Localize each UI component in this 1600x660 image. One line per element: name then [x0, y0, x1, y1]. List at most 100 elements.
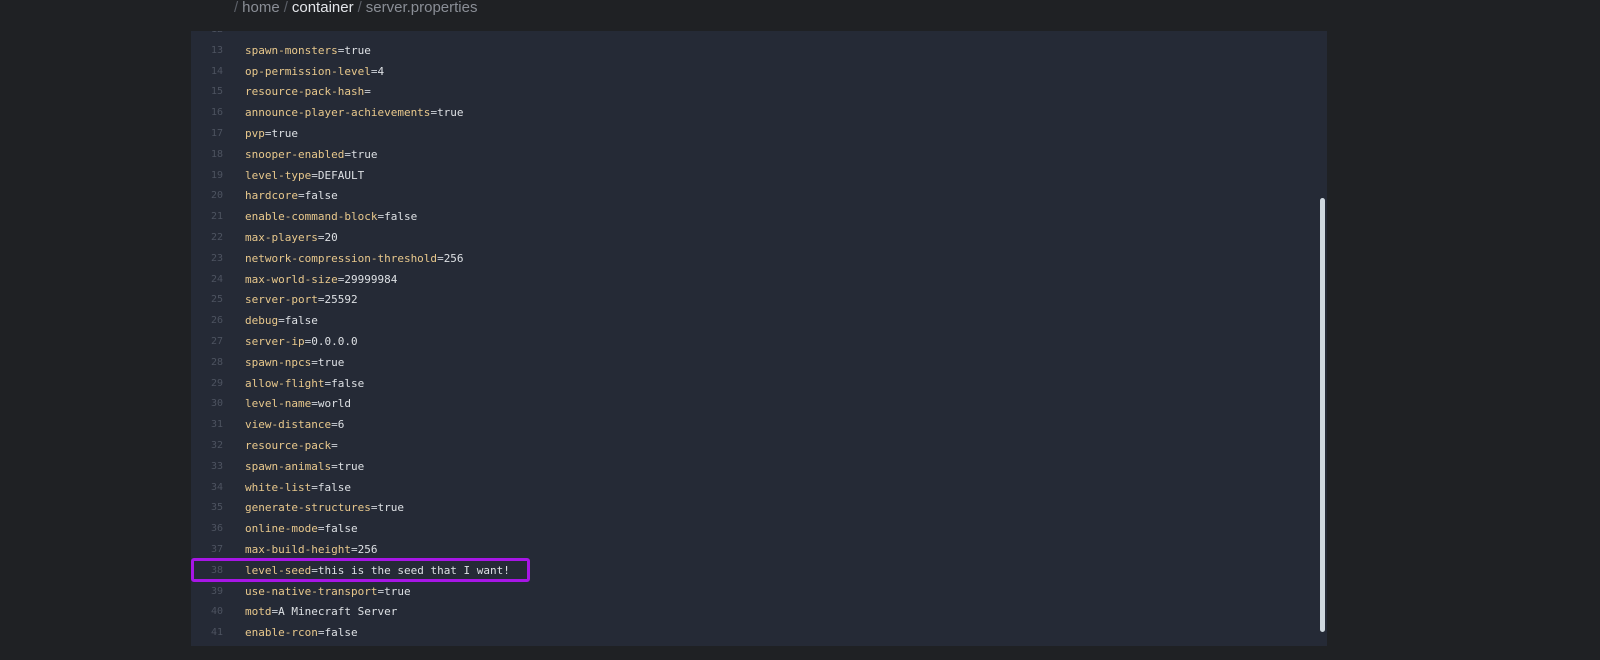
- code-line[interactable]: 15 resource-pack-hash=: [191, 82, 1327, 103]
- editor-scrollbar-thumb[interactable]: [1320, 198, 1325, 632]
- code-text: server-port=25592: [245, 293, 358, 307]
- property-key: server-port: [245, 293, 318, 307]
- breadcrumb-item-container[interactable]: container: [292, 0, 354, 16]
- property-value: 29999984: [344, 272, 398, 286]
- property-value: 256: [443, 251, 464, 265]
- property-value: true: [344, 43, 371, 57]
- code-text: pvp=true: [245, 126, 298, 140]
- line-number: 25: [210, 294, 223, 306]
- code-text: max-world-size=29999984: [245, 272, 398, 286]
- property-value: false: [384, 210, 418, 224]
- line-number: 23: [210, 252, 223, 264]
- code-line[interactable]: 35 generate-structures=true: [191, 498, 1327, 519]
- breadcrumb-separator: /: [357, 0, 362, 16]
- property-key: spawn-monsters: [245, 43, 338, 57]
- property-value: false: [324, 522, 358, 536]
- code-text: announce-player-achievements=true: [245, 106, 464, 120]
- breadcrumb-separator: /: [283, 0, 288, 16]
- code-line[interactable]: 30 level-name=world: [191, 394, 1327, 415]
- code-text: online-mode=false: [245, 522, 358, 536]
- code-line[interactable]: 39 use-native-transport=true: [191, 582, 1327, 603]
- property-key: snooper-enabled: [245, 147, 345, 161]
- code-line[interactable]: 27 server-ip=0.0.0.0: [191, 332, 1327, 353]
- code-line[interactable]: 22 max-players=20: [191, 228, 1327, 249]
- code-line[interactable]: 37 max-build-height=256: [191, 540, 1327, 561]
- code-line[interactable]: 17 pvp=true: [191, 124, 1327, 145]
- line-number: 40: [210, 606, 223, 618]
- property-value: 20: [324, 230, 338, 244]
- code-line[interactable]: 28 spawn-npcs=true: [191, 353, 1327, 374]
- line-number: 33: [210, 460, 223, 472]
- line-number: 13: [210, 44, 223, 56]
- property-value: false: [324, 626, 358, 640]
- code-line[interactable]: 14 op-permission-level=4: [191, 62, 1327, 83]
- code-line[interactable]: 32 resource-pack=: [191, 436, 1327, 457]
- line-number: 39: [210, 585, 223, 597]
- code-text: max-build-height=256: [245, 542, 378, 556]
- property-value: DEFAULT: [317, 168, 365, 182]
- code-line[interactable]: 38 level-seed=this is the seed that I wan…: [191, 561, 1327, 582]
- property-value: this is the seed that I want!: [317, 563, 510, 577]
- code-lines: 12 13 spawn-monsters=true 14 op-permission-l…: [191, 31, 1327, 644]
- code-line[interactable]: 16 announce-player-achievements=true: [191, 103, 1327, 124]
- code-text: network-compression-threshold=256: [245, 251, 464, 265]
- code-line[interactable]: 20 hardcore=false: [191, 186, 1327, 207]
- breadcrumb-item-home[interactable]: home: [242, 0, 280, 16]
- property-value: true: [377, 501, 404, 515]
- code-line[interactable]: 25 server-port=25592: [191, 290, 1327, 311]
- code-line[interactable]: 13 spawn-monsters=true: [191, 41, 1327, 62]
- property-value: true: [384, 584, 411, 598]
- code-text: hardcore=false: [245, 189, 338, 203]
- line-number: 22: [210, 231, 223, 243]
- code-line[interactable]: 19 level-type=DEFAULT: [191, 166, 1327, 187]
- property-key: op-permission-level: [245, 64, 371, 78]
- line-number: 29: [210, 377, 223, 389]
- property-key: hardcore: [245, 189, 298, 203]
- code-line[interactable]: 31 view-distance=6: [191, 415, 1327, 436]
- code-text: allow-flight=false: [245, 376, 365, 390]
- property-key: online-mode: [245, 522, 318, 536]
- property-key: max-world-size: [245, 272, 338, 286]
- code-text: op-permission-level=4: [245, 64, 385, 78]
- code-line[interactable]: 24 max-world-size=29999984: [191, 270, 1327, 291]
- property-key: server-ip: [245, 334, 305, 348]
- property-value: world: [317, 397, 351, 411]
- code-text: spawn-npcs=true: [245, 355, 345, 369]
- code-line[interactable]: 18 snooper-enabled=true: [191, 145, 1327, 166]
- line-number: 36: [210, 523, 223, 535]
- property-key: white-list: [245, 480, 312, 494]
- property-key: level-type: [245, 168, 312, 182]
- code-text: max-players=20: [245, 230, 338, 244]
- code-line[interactable]: 33 spawn-animals=true: [191, 457, 1327, 478]
- code-line[interactable]: 40 motd=A Minecraft Server: [191, 602, 1327, 623]
- property-value: true: [350, 147, 378, 161]
- code-text: level-seed=this is the seed that I want!: [245, 563, 510, 577]
- line-number: 20: [210, 190, 223, 202]
- property-value: true: [317, 355, 345, 369]
- line-number: 16: [210, 107, 223, 119]
- code-text: level-name=world: [245, 397, 351, 411]
- line-number: 31: [210, 419, 223, 431]
- code-line[interactable]: 21 enable-command-block=false: [191, 207, 1327, 228]
- property-value: false: [284, 314, 318, 328]
- code-line[interactable]: 12: [191, 31, 1327, 41]
- line-number: 35: [210, 502, 223, 514]
- code-line[interactable]: 26 debug=false: [191, 311, 1327, 332]
- code-line[interactable]: 34 white-list=false: [191, 478, 1327, 499]
- property-key: debug: [245, 314, 279, 328]
- line-number: 28: [210, 356, 223, 368]
- code-line[interactable]: 36 online-mode=false: [191, 519, 1327, 540]
- property-key: use-native-transport: [245, 584, 378, 598]
- code-line[interactable]: 41 enable-rcon=false: [191, 623, 1327, 644]
- property-value: true: [437, 106, 464, 120]
- line-number: 32: [210, 439, 223, 451]
- line-number: 21: [210, 211, 223, 223]
- property-key: view-distance: [245, 418, 332, 432]
- code-editor[interactable]: 12 13 spawn-monsters=true 14 op-permission-l…: [191, 31, 1327, 646]
- code-text: generate-structures=true: [245, 501, 404, 515]
- property-value: 256: [357, 542, 378, 556]
- breadcrumb-item-file: server.properties: [365, 0, 478, 16]
- property-key: level-seed: [245, 563, 312, 577]
- code-line[interactable]: 29 allow-flight=false: [191, 374, 1327, 395]
- code-line[interactable]: 23 network-compression-threshold=256: [191, 249, 1327, 270]
